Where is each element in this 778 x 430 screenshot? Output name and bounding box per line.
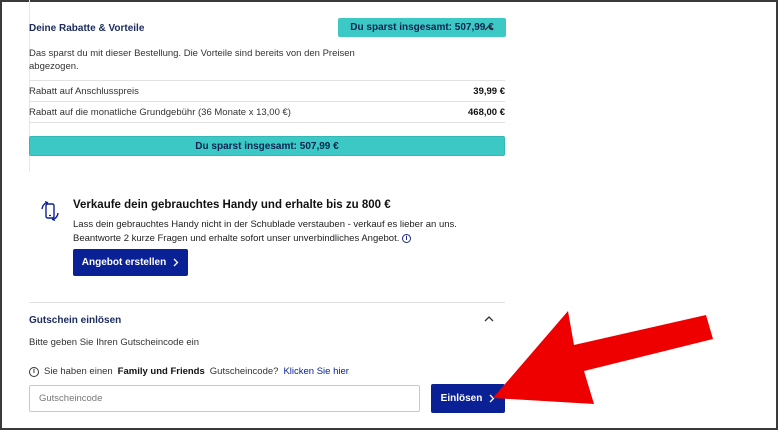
info-icon: i — [29, 366, 39, 377]
discounts-header[interactable]: Deine Rabatte & Vorteile Du sparst insge… — [29, 14, 506, 42]
create-offer-label: Angebot erstellen — [81, 257, 167, 268]
family-friends-hint: i Sie haben einen Family und Friends Gut… — [29, 366, 349, 377]
voucher-title[interactable]: Gutschein einlösen — [29, 315, 121, 326]
discounts-title: Deine Rabatte & Vorteile — [29, 22, 145, 34]
create-offer-button[interactable]: Angebot erstellen — [73, 249, 188, 276]
ff-suffix: Gutscheincode? — [209, 366, 279, 377]
tradein-text: Lass dein gebrauchtes Handy nicht in der… — [73, 218, 503, 246]
ff-bold: Family und Friends — [117, 366, 205, 377]
discounts-description: Das sparst du mit dieser Bestellung. Die… — [29, 48, 355, 72]
discount-value: 39,99 € — [473, 85, 505, 97]
discount-label: Rabatt auf Anschlusspreis — [29, 85, 139, 97]
discount-row: Rabatt auf die monatliche Grundgebühr (3… — [29, 102, 505, 122]
ff-link[interactable]: Klicken Sie hier — [283, 366, 348, 377]
tradein-description: Lass dein gebrauchtes Handy nicht in der… — [73, 219, 457, 244]
discount-value: 468,00 € — [468, 106, 505, 118]
chevron-up-icon[interactable] — [483, 22, 495, 34]
discount-label: Rabatt auf die monatliche Grundgebühr (3… — [29, 106, 291, 118]
total-savings-bar: Du sparst insgesamt: 507,99 € — [29, 136, 505, 156]
checkout-panel: Deine Rabatte & Vorteile Du sparst insge… — [29, 0, 506, 430]
redeem-label: Einlösen — [440, 393, 483, 404]
savings-badge: Du sparst insgesamt: 507,99 € — [338, 18, 506, 37]
ff-prefix: Sie haben einen — [44, 366, 113, 377]
phone-recycle-icon — [41, 200, 59, 222]
tradein-title: Verkaufe dein gebrauchtes Handy und erha… — [73, 199, 391, 211]
voucher-description: Bitte geben Sie Ihren Gutscheincode ein — [29, 337, 200, 348]
chevron-right-icon — [173, 258, 179, 267]
info-icon[interactable]: i — [402, 233, 412, 243]
divider — [29, 302, 505, 303]
voucher-code-input[interactable] — [29, 385, 420, 412]
red-arrow-annotation — [493, 311, 713, 404]
divider — [29, 122, 505, 123]
discount-row: Rabatt auf Anschlusspreis 39,99 € — [29, 81, 505, 101]
